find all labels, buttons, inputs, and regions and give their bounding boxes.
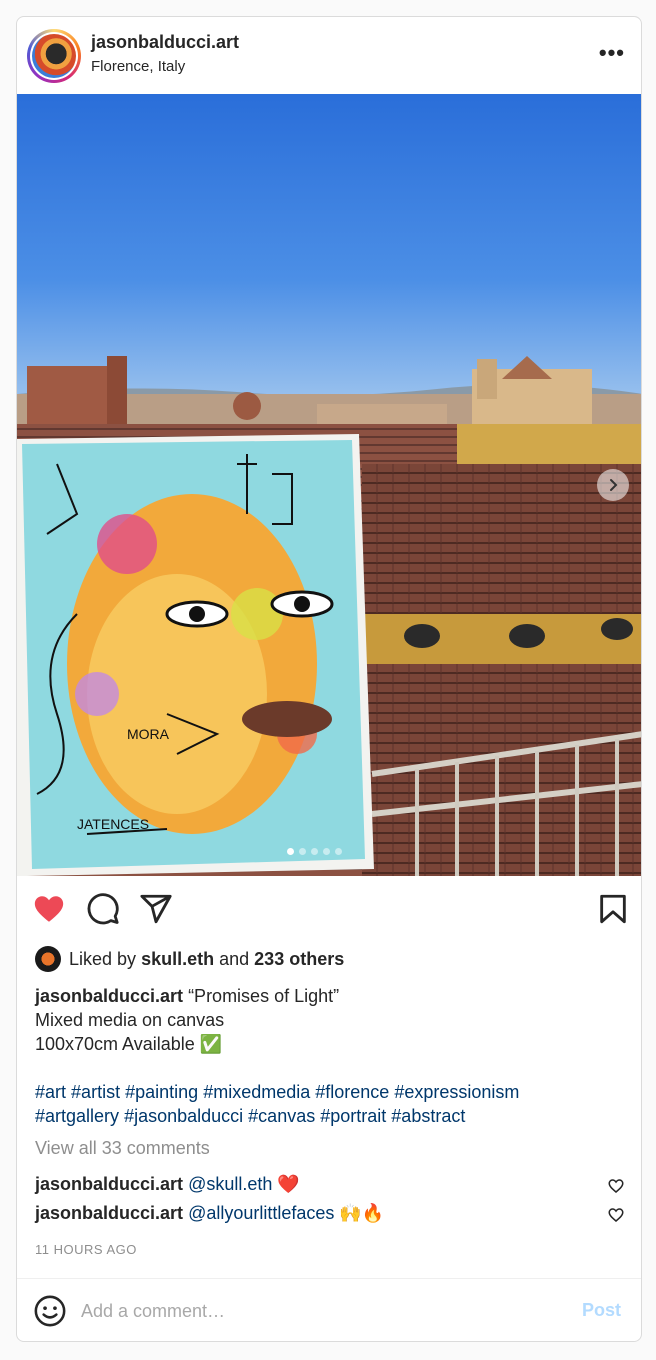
svg-text:JATENCES: JATENCES <box>77 816 149 832</box>
hashtag-link[interactable]: #expressionism <box>394 1082 519 1102</box>
comment-emoji: 🙌🔥 <box>339 1203 385 1223</box>
hashtags-row-2: #artgallery #jasonbalducci #canvas #port… <box>35 1104 625 1128</box>
comment-username[interactable]: jasonbalducci.art <box>35 1203 183 1223</box>
more-options-icon[interactable]: ••• <box>599 42 625 64</box>
carousel-dot <box>287 848 294 855</box>
caption-username[interactable]: jasonbalducci.art <box>35 986 183 1006</box>
hashtag-link[interactable]: #canvas <box>248 1106 315 1126</box>
share-icon[interactable] <box>139 892 173 926</box>
likes-summary[interactable]: Liked by skull.eth and 233 others <box>35 946 344 972</box>
hashtag-link[interactable]: #florence <box>315 1082 389 1102</box>
comment-like-heart-icon[interactable] <box>607 1177 625 1195</box>
comment-input[interactable] <box>81 1297 561 1325</box>
hashtag-link[interactable]: #portrait <box>320 1106 386 1126</box>
liker-username[interactable]: skull.eth <box>141 949 214 970</box>
post-comment-button[interactable]: Post <box>582 1300 621 1321</box>
view-all-comments-link[interactable]: View all 33 comments <box>35 1138 210 1159</box>
svg-text:MORA: MORA <box>127 726 170 742</box>
comment-row: jasonbalducci.art @allyourlittlefaces 🙌🔥 <box>35 1201 595 1225</box>
avatar[interactable] <box>27 29 81 83</box>
likes-prefix: Liked by <box>69 948 137 969</box>
bookmark-icon[interactable] <box>596 892 630 926</box>
hashtag-link[interactable]: #artgallery <box>35 1106 119 1126</box>
comment-icon[interactable] <box>86 892 120 926</box>
post-image-art: MORA JATENCES <box>17 94 641 876</box>
username-link[interactable]: jasonbalducci.art <box>91 32 239 53</box>
comment-like-heart-icon[interactable] <box>607 1206 625 1224</box>
hashtag-link[interactable]: #abstract <box>391 1106 465 1126</box>
caption-line-3: 100x70cm Available ✅ <box>35 1034 223 1054</box>
post-caption: jasonbalducci.art “Promises of Light” Mi… <box>35 984 625 1056</box>
comment-emoji: ❤️ <box>277 1174 300 1194</box>
liker-avatar[interactable] <box>35 946 61 972</box>
comment-username[interactable]: jasonbalducci.art <box>35 1174 183 1194</box>
heart-icon[interactable] <box>32 892 66 926</box>
comment-row: jasonbalducci.art @skull.eth ❤️ <box>35 1172 595 1196</box>
hashtag-link[interactable]: #artist <box>71 1082 120 1102</box>
location-link[interactable]: Florence, Italy <box>91 58 185 75</box>
post-card: jasonbalducci.art Florence, Italy ••• MO… <box>16 16 642 1342</box>
post-image[interactable]: MORA JATENCES <box>17 94 641 876</box>
caption-hashtags: #art #artist #painting #mixedmedia #flor… <box>35 1080 625 1128</box>
chevron-right-icon <box>610 479 618 491</box>
comment-mention[interactable]: @allyourlittlefaces <box>188 1203 334 1223</box>
caption-line-1: “Promises of Light” <box>188 986 340 1006</box>
carousel-next-button[interactable] <box>597 469 629 501</box>
hashtag-link[interactable]: #mixedmedia <box>203 1082 310 1102</box>
add-comment-bar: Post <box>17 1278 641 1341</box>
hashtag-link[interactable]: #art <box>35 1082 66 1102</box>
likes-middle: and <box>219 948 250 969</box>
carousel-dot <box>311 848 318 855</box>
emoji-icon[interactable] <box>33 1294 67 1328</box>
hashtag-link[interactable]: #jasonbalducci <box>124 1106 243 1126</box>
carousel-dot <box>323 848 330 855</box>
comment-mention[interactable]: @skull.eth <box>188 1174 272 1194</box>
hashtags-row-1: #art #artist #painting #mixedmedia #flor… <box>35 1080 625 1104</box>
likes-others[interactable]: 233 others <box>254 949 344 970</box>
carousel-dot <box>299 848 306 855</box>
post-header: jasonbalducci.art Florence, Italy ••• <box>17 17 641 94</box>
post-timestamp[interactable]: 11 HOURS AGO <box>35 1242 137 1257</box>
carousel-indicator <box>287 848 342 855</box>
caption-line-2: Mixed media on canvas <box>35 1010 225 1030</box>
carousel-dot <box>335 848 342 855</box>
action-bar <box>17 876 641 940</box>
hashtag-link[interactable]: #painting <box>125 1082 198 1102</box>
